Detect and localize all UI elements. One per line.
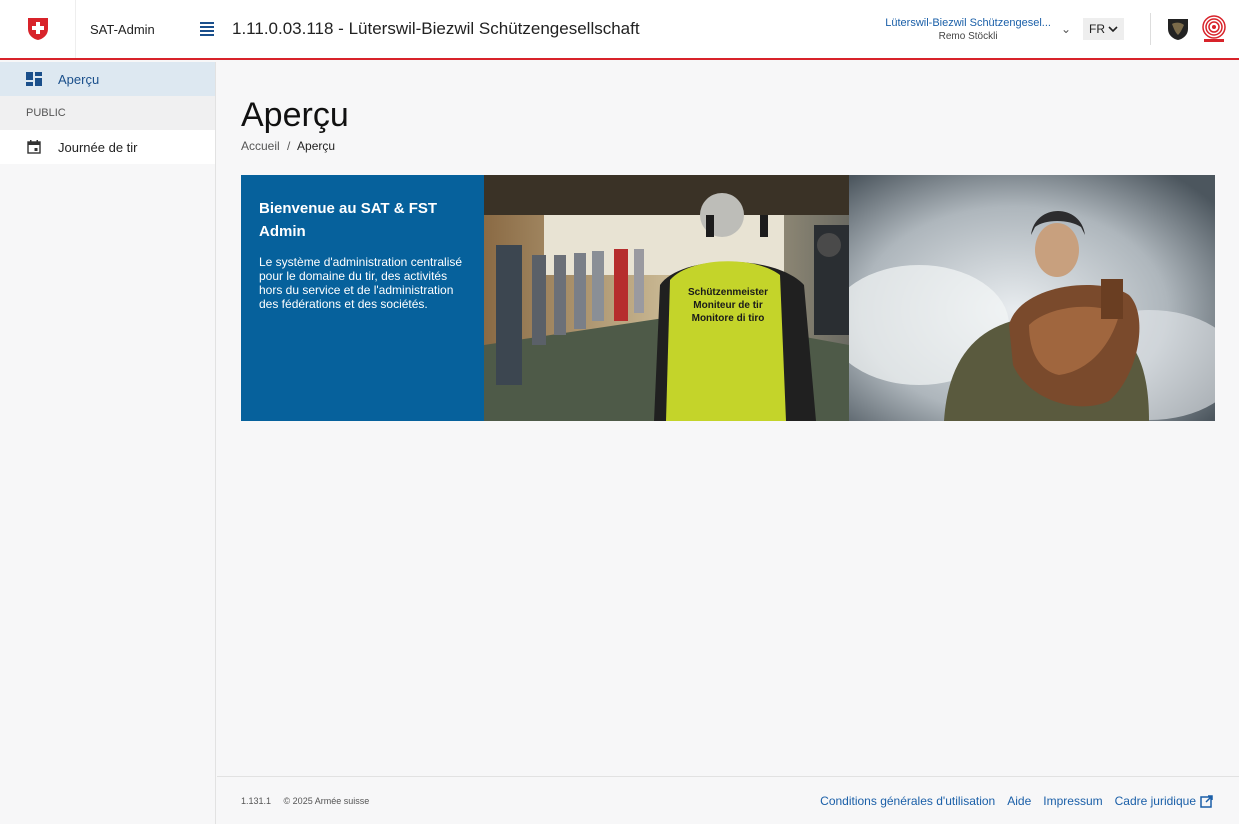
org-name: Lüterswil-Biezwil Schützengesel...	[885, 16, 1051, 29]
vest-text-line: Monitore di tiro	[692, 313, 765, 324]
welcome-title: Bienvenue au SAT & FST Admin	[259, 200, 438, 240]
version-label: 1.131.1	[241, 795, 272, 806]
sidebar-item-label: Journée de tir	[58, 139, 138, 155]
external-link-icon	[1200, 794, 1213, 808]
footer-links: Conditions générales d'utilisation Aide …	[820, 777, 1213, 824]
welcome-body: Le système d'administration centralisé p…	[259, 255, 463, 311]
divider	[1150, 13, 1151, 45]
target-icon[interactable]	[1201, 15, 1227, 43]
footer-link-conditions[interactable]: Conditions générales d'utilisation	[820, 794, 995, 808]
breadcrumb: Accueil / Aperçu	[241, 139, 335, 153]
vest-text-line: Schützenmeister	[688, 287, 768, 298]
org-text: Lüterswil-Biezwil Schützengesel... Remo …	[885, 17, 1051, 42]
breadcrumb-current: Aperçu	[297, 139, 336, 153]
main-content: Aperçu Accueil / Aperçu Bienvenue au SAT…	[217, 62, 1239, 776]
swiss-logo-cell[interactable]	[0, 0, 76, 58]
chevron-down-icon	[1108, 26, 1118, 33]
rider-saddle-photo	[849, 175, 1215, 421]
page-heading: 1.11.0.03.118 - Lüterswil-Biezwil Schütz…	[232, 19, 640, 38]
menu-icon[interactable]	[196, 18, 218, 40]
vest-text-line: Moniteur de tir	[693, 300, 763, 311]
footer-meta: 1.131.1 © 2025 Armée suisse	[241, 796, 379, 806]
chevron-down-icon: ⌄	[1060, 22, 1071, 36]
army-shield-icon[interactable]	[1167, 17, 1189, 41]
sidebar-item-journee-de-tir[interactable]: Journée de tir	[0, 130, 215, 164]
sidebar: Aperçu PUBLIC Journée de tir	[0, 62, 216, 824]
footer: 1.131.1 © 2025 Armée suisse Conditions g…	[217, 776, 1239, 824]
footer-link-cadre-juridique[interactable]: Cadre juridique	[1115, 794, 1196, 808]
breadcrumb-separator: /	[287, 139, 291, 153]
sidebar-section-public: PUBLIC	[0, 96, 215, 130]
footer-link-aide[interactable]: Aide	[1007, 794, 1031, 808]
page-title: Aperçu	[241, 96, 349, 134]
sidebar-item-label: Aperçu	[58, 71, 100, 87]
org-selector[interactable]: Lüterswil-Biezwil Schützengesel... Remo …	[885, 17, 1071, 42]
header-right: Lüterswil-Biezwil Schützengesel... Remo …	[885, 0, 1239, 58]
copyright-label: © 2025 Armée suisse	[283, 795, 370, 806]
language-selector[interactable]: FR	[1083, 18, 1124, 40]
app-name[interactable]: SAT-Admin	[90, 22, 190, 37]
calendar-icon	[26, 139, 42, 155]
shooting-range-photo: Schützenmeister Moniteur de tir Monitore…	[484, 175, 849, 421]
sidebar-item-apercu[interactable]: Aperçu	[0, 62, 215, 96]
top-header: SAT-Admin 1.11.0.03.118 - Lüterswil-Biez…	[0, 0, 1239, 60]
swiss-cross-icon	[27, 18, 48, 40]
welcome-banner: Bienvenue au SAT & FST Admin Le système …	[241, 175, 1215, 421]
welcome-text-panel: Bienvenue au SAT & FST Admin Le système …	[241, 175, 484, 421]
dashboard-icon	[26, 71, 42, 87]
language-label: FR	[1089, 22, 1105, 36]
user-name: Remo Stöckli	[938, 30, 998, 42]
footer-link-impressum[interactable]: Impressum	[1043, 794, 1102, 808]
breadcrumb-home[interactable]: Accueil	[241, 139, 280, 153]
footer-link-cadre-juridique-wrap[interactable]: Cadre juridique	[1115, 794, 1213, 808]
